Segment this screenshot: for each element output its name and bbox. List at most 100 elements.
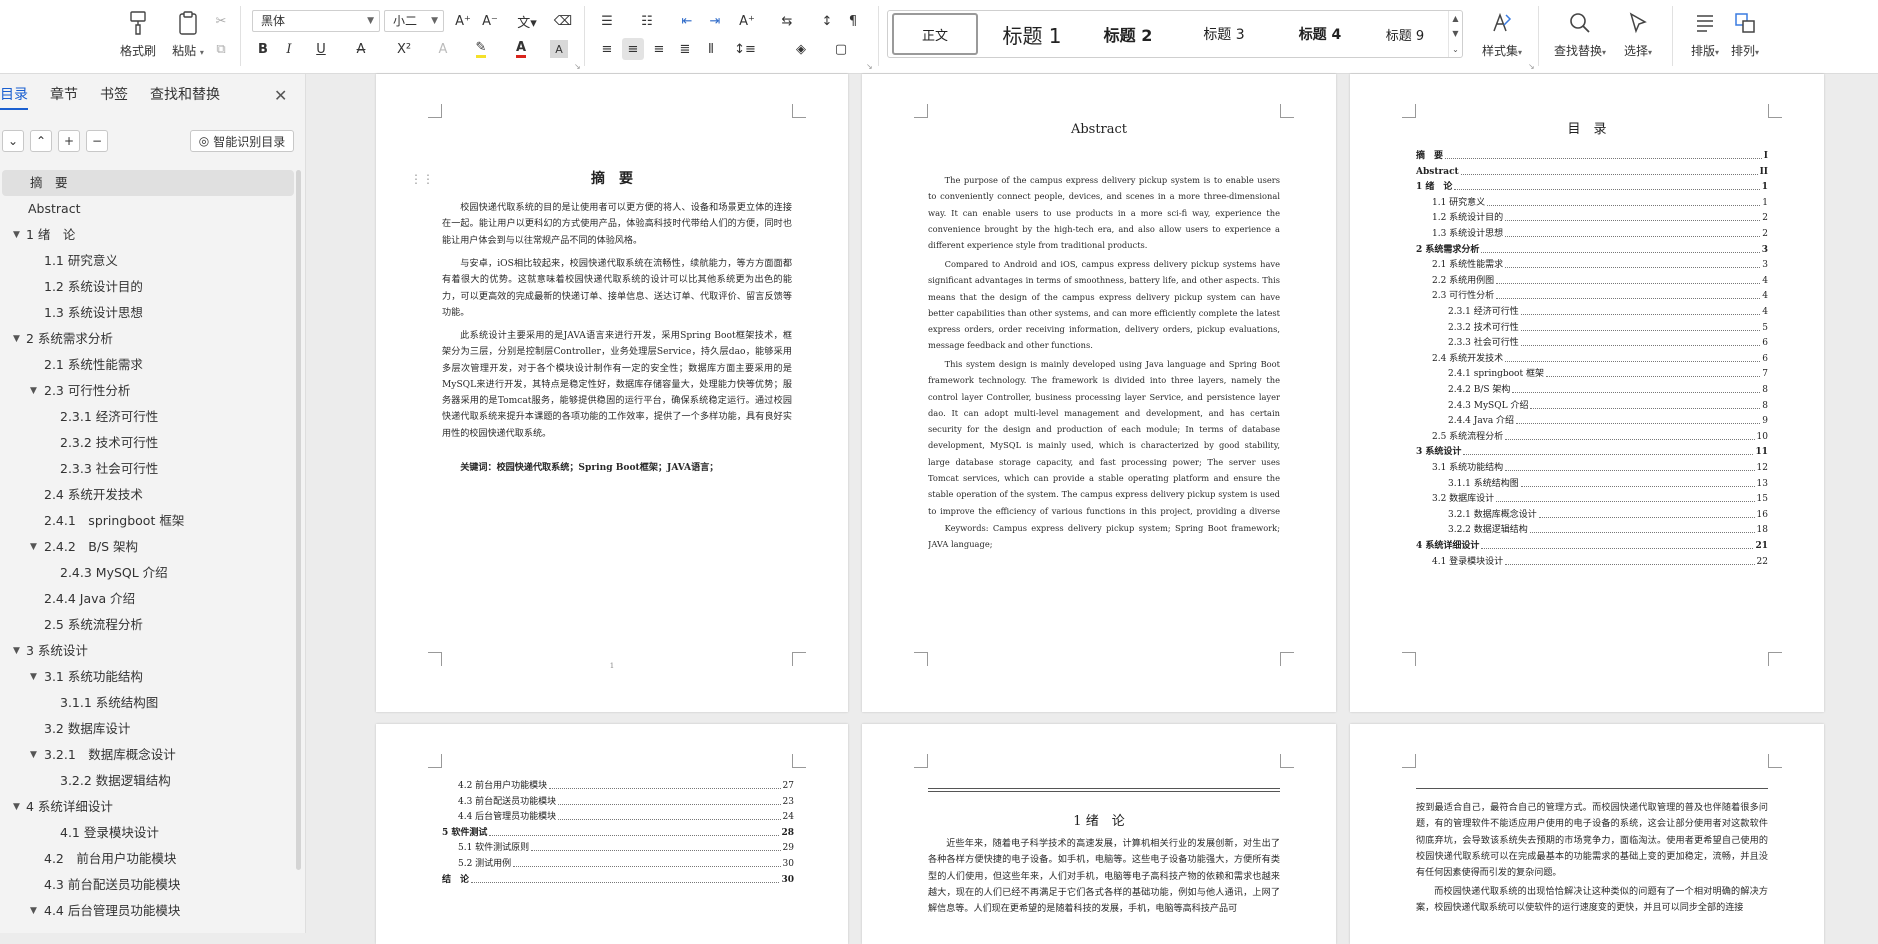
toc-item[interactable]: 2.4.3 MySQL 介绍 [0,560,296,586]
tab-sections[interactable]: 章节 [50,84,78,110]
style-heading-4[interactable]: 标题 4 [1272,11,1368,57]
toc-row[interactable]: 3.2.2 数据逻辑结构 18 [1448,524,1768,536]
justify-icon[interactable]: ≣ [674,38,696,60]
dialog-launcher-icon[interactable]: ↘ [866,62,873,71]
toc-row[interactable]: 2.1 系统性能需求 3 [1432,259,1768,271]
increase-indent-icon[interactable]: ⇥ [704,10,726,32]
toc-item[interactable]: 2.3.2 技术可行性 [0,430,296,456]
expand-toggle-icon[interactable]: ▼ [30,898,37,924]
font-color-icon[interactable]: A [510,38,532,60]
toc-item[interactable]: 2.3.3 社会可行性 [0,456,296,482]
toc-row[interactable]: 5.1 软件测试原则 29 [458,842,794,854]
toc-item[interactable]: ▼ 2.3 可行性分析 [0,378,296,404]
toc-row[interactable]: 3.2.1 数据库概念设计 16 [1448,509,1768,521]
toc-row[interactable]: 2.3.2 技术可行性 5 [1448,322,1768,334]
toc-item[interactable]: 2.3.1 经济可行性 [0,404,296,430]
border-icon[interactable]: ▢ [830,38,852,60]
toc-item[interactable]: 2.4 系统开发技术 [0,482,296,508]
align-left-icon[interactable]: ≡ [596,38,618,60]
toc-item[interactable]: 2.4.1 springboot 框架 [0,508,296,534]
dialog-launcher-icon[interactable]: ↘ [1528,62,1535,71]
text-direction-icon[interactable]: A⁺ [736,10,758,32]
toc-item[interactable]: 1.1 研究意义 [0,248,296,274]
line-spacing-icon[interactable]: ↕≡ [734,38,756,60]
underline-button[interactable]: U [310,38,332,60]
toc-item[interactable]: ▼ 2.4.2 B/S 架构 [0,534,296,560]
expand-toggle-icon[interactable]: ▼ [30,534,37,560]
paste-button[interactable]: 粘贴 ▾ [160,8,216,62]
style-heading-2[interactable]: 标题 2 [1080,11,1176,57]
align-center-icon[interactable]: ≡ [622,38,644,60]
tab-bookmarks[interactable]: 书签 [100,84,128,110]
strikethrough-button[interactable]: A [350,38,372,60]
pinyin-guide-icon[interactable]: 文▾ [510,10,544,32]
char-shading-icon[interactable]: A [550,40,568,58]
toc-row[interactable]: 3.1 系统功能结构 12 [1432,462,1768,474]
toc-row[interactable]: 3.1.1 系统结构图 13 [1448,478,1768,490]
clear-format-icon[interactable]: ⌫ [552,10,574,32]
toc-item[interactable]: 3.1.1 系统结构图 [0,690,296,716]
shading-icon[interactable]: ◈ [790,38,812,60]
toc-item[interactable]: ▼ 3.2.1 数据库概念设计 [0,742,296,768]
cut-icon[interactable]: ✂ [210,10,232,32]
format-painter-button[interactable]: 格式刷 [112,8,164,62]
italic-button[interactable]: I [278,38,300,60]
remove-heading-button[interactable]: − [86,130,108,152]
toc-row[interactable]: 2 系统需求分析 3 [1416,244,1768,256]
toc-row[interactable]: 2.2 系统用例图 4 [1432,275,1768,287]
style-heading-3[interactable]: 标题 3 [1176,11,1272,57]
show-marks-icon[interactable]: ¶ [842,10,864,32]
toc-row[interactable]: 2.3 可行性分析 4 [1432,290,1768,302]
toc-item[interactable]: 2.4.4 Java 介绍 [0,586,296,612]
decrease-indent-icon[interactable]: ⇤ [676,10,698,32]
toc-row[interactable]: 2.3.3 社会可行性 6 [1448,337,1768,349]
toc-row[interactable]: 2.4.3 MySQL 介绍 8 [1448,400,1768,412]
toc-row[interactable]: 1.3 系统设计思想 2 [1432,228,1768,240]
toc-item[interactable]: ▼ 2 系统需求分析 [0,326,296,352]
expand-toggle-icon[interactable]: ▼ [13,794,20,820]
toc-row[interactable]: 2.3.1 经济可行性 4 [1448,306,1768,318]
ascending-sort-icon[interactable]: ↕ [816,10,838,32]
toc-item[interactable]: ▼ 4 系统详细设计 [0,794,296,820]
toc-row[interactable]: 2.4.4 Java 介绍 9 [1448,415,1768,427]
superscript-button[interactable]: X² [390,38,418,60]
expand-toggle-icon[interactable]: ▼ [30,664,37,690]
font-name-select[interactable]: 黑体 ▼ [252,10,380,32]
numbered-list-icon[interactable]: ☷ [636,10,658,32]
toc-row[interactable]: 结 论 30 [442,874,794,886]
select-button[interactable]: 选择▾ [1614,8,1662,62]
collapse-all-button[interactable]: ⌃ [30,130,52,152]
add-heading-button[interactable]: + [58,130,80,152]
expand-toggle-icon[interactable]: ▼ [13,638,20,664]
expand-toggle-icon[interactable]: ▼ [13,326,20,352]
bullet-list-icon[interactable]: ☰ [596,10,618,32]
toc-item[interactable]: 3.2.2 数据逻辑结构 [0,768,296,794]
smart-toc-button[interactable]: ◎ 智能识别目录 [190,130,294,152]
style-set-button[interactable]: 样式集▾ [1474,8,1530,62]
increase-font-icon[interactable]: A⁺ [452,10,474,32]
highlight-icon[interactable]: ✎ [470,38,492,60]
toc-row[interactable]: 3.2 数据库设计 15 [1432,493,1768,505]
style-normal[interactable]: 正文 [892,13,978,55]
toc-row[interactable]: 2.4 系统开发技术 6 [1432,353,1768,365]
toc-row[interactable]: 3 系统设计 11 [1416,446,1768,458]
dialog-launcher-icon[interactable]: ↘ [574,62,581,71]
copy-icon[interactable]: ⧉ [210,38,232,60]
decrease-font-icon[interactable]: A⁻ [479,10,501,32]
sort-icon[interactable]: ⇆ [776,10,798,32]
toc-row[interactable]: 4.2 前台用户功能模块 27 [458,780,794,792]
text-effect-icon[interactable]: A [432,38,454,60]
scrollbar[interactable] [296,170,301,870]
bold-button[interactable]: B [252,38,274,60]
expand-all-button[interactable]: ⌄ [2,130,24,152]
toc-row[interactable]: 1.1 研究意义 1 [1432,197,1768,209]
tab-toc[interactable]: 目录 [0,84,28,110]
toc-item[interactable]: 4.3 前台配送员功能模块 [0,872,296,898]
toc-item[interactable]: 2.5 系统流程分析 [0,612,296,638]
toc-item[interactable]: 3.2 数据库设计 [0,716,296,742]
expand-toggle-icon[interactable]: ▼ [30,742,37,768]
toc-item[interactable]: Abstract [0,196,296,222]
toc-item[interactable]: 1.3 系统设计思想 [0,300,296,326]
toc-item[interactable]: 摘 要 [2,170,294,196]
toc-row[interactable]: 4 系统详细设计 21 [1416,540,1768,552]
